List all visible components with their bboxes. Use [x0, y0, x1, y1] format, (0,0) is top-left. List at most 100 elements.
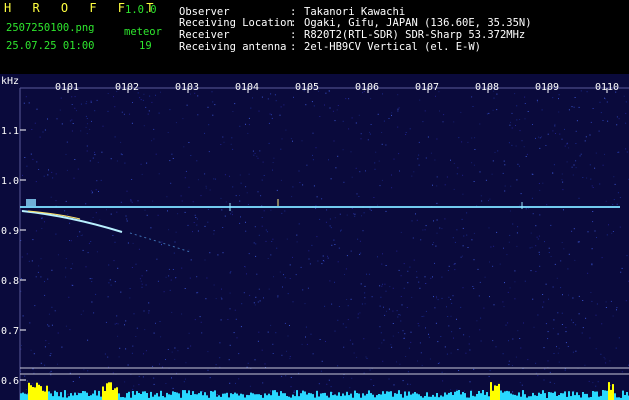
noise-dot — [87, 370, 89, 372]
noise-dot — [619, 197, 621, 198]
x-tick-label: 0105 — [295, 82, 319, 93]
noise-dot — [339, 213, 341, 215]
noise-dot — [261, 225, 263, 227]
noise-dot — [401, 304, 403, 306]
noise-dot — [516, 232, 518, 234]
noise-dot — [281, 212, 283, 214]
noise-dot — [239, 195, 240, 196]
noise-dot — [547, 360, 549, 362]
noise-dot — [325, 92, 327, 94]
noise-dot — [397, 126, 399, 128]
noise-dot — [456, 389, 458, 390]
noise-dot — [377, 204, 379, 206]
noise-dot — [311, 244, 313, 246]
noise-dot — [575, 167, 577, 169]
noise-dot — [289, 264, 291, 266]
noise-dot — [330, 178, 332, 180]
noise-dot — [572, 351, 574, 353]
level-bar — [210, 391, 212, 400]
noise-dot — [626, 255, 628, 257]
noise-dot — [612, 204, 614, 205]
noise-dot — [493, 245, 495, 247]
noise-dot — [261, 217, 263, 218]
noise-dot — [454, 263, 456, 265]
noise-dot — [451, 331, 453, 333]
noise-dot — [612, 315, 614, 317]
noise-dot — [360, 133, 362, 135]
noise-dot — [141, 275, 143, 277]
noise-dot — [338, 306, 340, 307]
level-bar — [380, 394, 382, 400]
noise-dot — [342, 323, 344, 325]
noise-dot — [299, 182, 301, 183]
noise-dot — [471, 96, 473, 98]
noise-dot — [524, 103, 526, 104]
noise-dot — [363, 338, 365, 340]
noise-dot — [185, 170, 187, 172]
noise-dot — [511, 127, 513, 129]
noise-dot — [558, 94, 560, 96]
noise-dot — [31, 129, 33, 130]
noise-dot — [181, 267, 183, 269]
noise-dot — [407, 282, 409, 284]
noise-dot — [565, 331, 567, 333]
noise-dot — [405, 132, 407, 133]
noise-dot — [519, 165, 520, 167]
noise-dot — [360, 283, 362, 285]
noise-dot — [549, 381, 551, 383]
noise-dot — [535, 245, 537, 247]
noise-dot — [227, 319, 229, 320]
noise-dot — [436, 138, 438, 140]
noise-dot — [541, 109, 543, 111]
noise-dot — [230, 213, 232, 215]
noise-dot — [351, 377, 353, 379]
noise-dot — [607, 120, 609, 122]
noise-dot — [39, 136, 41, 138]
level-bar — [156, 393, 158, 400]
noise-dot — [502, 301, 504, 303]
level-bar — [312, 394, 314, 400]
level-bar — [330, 391, 332, 400]
noise-dot — [289, 357, 291, 359]
noise-dot — [206, 277, 208, 279]
noise-dot — [107, 93, 109, 94]
noise-dot — [370, 124, 372, 125]
noise-dot — [50, 370, 52, 372]
level-bar — [214, 390, 216, 400]
level-bar — [558, 395, 560, 400]
noise-dot — [163, 291, 165, 293]
noise-dot — [269, 113, 271, 115]
noise-dot — [197, 230, 199, 232]
level-bar — [578, 395, 580, 400]
noise-dot — [241, 303, 243, 305]
level-bar — [306, 394, 308, 400]
noise-dot — [517, 226, 519, 228]
noise-dot — [248, 253, 250, 255]
noise-dot — [261, 179, 263, 181]
noise-dot — [249, 385, 251, 387]
noise-dot — [126, 220, 128, 222]
noise-dot — [434, 262, 435, 264]
level-bar — [602, 390, 604, 400]
noise-dot — [322, 255, 324, 257]
noise-dot — [258, 110, 260, 112]
level-bar — [354, 390, 356, 400]
noise-dot — [391, 346, 393, 348]
noise-dot — [591, 300, 593, 302]
noise-dot — [564, 145, 566, 147]
noise-dot — [229, 308, 231, 310]
noise-dot — [605, 301, 607, 303]
noise-dot — [396, 361, 397, 363]
noise-dot — [354, 215, 356, 217]
level-bar — [138, 393, 140, 400]
noise-dot — [155, 94, 156, 96]
noise-dot — [366, 273, 367, 275]
level-bar — [404, 391, 406, 400]
noise-dot — [591, 263, 593, 265]
noise-dot — [578, 197, 580, 199]
noise-dot — [133, 385, 135, 387]
noise-dot — [448, 265, 450, 267]
level-bar — [494, 385, 496, 400]
x-tick: 0106 — [355, 82, 379, 93]
noise-dot — [353, 352, 355, 354]
